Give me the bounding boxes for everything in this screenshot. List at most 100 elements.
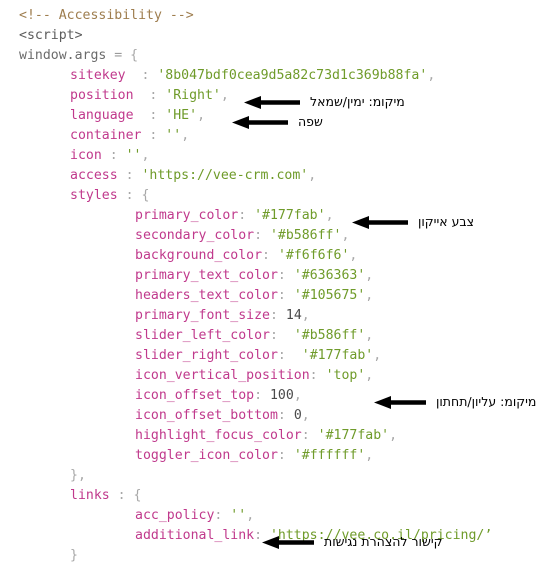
code-line: primary_font_size: 14,	[0, 306, 557, 326]
code-token-punct: ,	[365, 448, 374, 463]
code-token-punct: ,	[220, 88, 229, 103]
code-token-key: styles	[70, 188, 126, 203]
code-token-punct: ,	[325, 208, 334, 223]
code-token-punct: ,	[349, 248, 358, 263]
code-token-key: acc_policy	[135, 508, 215, 523]
code-token-punct: :	[117, 488, 134, 503]
code-token-punct: ,	[301, 308, 310, 323]
code-token-key: secondary_color	[135, 228, 255, 243]
code-line: sitekey : '8b047bdf0cea9d5a82c73d1c369b8…	[0, 66, 557, 86]
code-line: toggler_icon_color: '#ffffff',	[0, 446, 557, 466]
code-token-str: '#177fab'	[301, 348, 374, 363]
code-token-key: icon	[70, 148, 110, 163]
code-token-punct: ,	[365, 328, 374, 343]
code-line: slider_left_color: '#b586ff',	[0, 326, 557, 346]
code-token-str: '8b047bdf0cea9d5a82c73d1c369b88fa'	[157, 68, 428, 83]
arrow-left-icon	[244, 95, 300, 109]
code-token-str: 'top'	[325, 368, 366, 383]
code-token-punct: :	[238, 208, 255, 223]
code-token-punct: {	[141, 188, 150, 203]
code-token-str: 'Right'	[165, 88, 221, 103]
code-token-str: '#636363'	[293, 268, 366, 283]
code-token-punct: :	[301, 428, 318, 443]
code-token-str: ''	[125, 148, 142, 163]
code-token-punct: },	[70, 468, 86, 483]
code-token-key: links	[70, 488, 118, 503]
code-token-key: toggler_icon_color	[135, 448, 278, 463]
code-token-punct: {	[133, 488, 142, 503]
code-token-punct: :	[269, 308, 286, 323]
code-token-punct: ,	[197, 108, 206, 123]
code-token-punct: ,	[373, 348, 382, 363]
code-token-punct: :	[309, 368, 326, 383]
code-token-punct: :	[277, 268, 294, 283]
code-token-punct: :	[269, 328, 294, 343]
code-token-key: primary_text_color	[135, 268, 278, 283]
code-token-str: '#ffffff'	[293, 448, 366, 463]
code-token-str: '#105675'	[293, 288, 366, 303]
code-token-punct: {	[130, 48, 139, 63]
code-token-key: icon_offset_top	[135, 388, 255, 403]
code-line: slider_right_color: '#177fab',	[0, 346, 557, 366]
code-token-punct: :	[254, 228, 270, 243]
code-token-key: sitekey	[70, 68, 134, 83]
code-token-str: '#f6f6f6'	[277, 248, 350, 263]
code-line: access : 'https://vee-crm.com',	[0, 166, 557, 186]
code-token-punct: :	[277, 448, 294, 463]
arrow-left-icon	[232, 115, 288, 129]
code-token-str: '#b586ff'	[293, 328, 366, 343]
annotation-icon-vertical-position: מיקומ: עליון/תחתון	[374, 392, 536, 412]
code-token-punct: ,	[365, 268, 374, 283]
annotation-position: מיקומ: ימין/שמאל	[244, 92, 405, 112]
code-token-key: headers_text_color	[135, 288, 278, 303]
arrow-left-icon	[374, 395, 426, 409]
code-line: acc_policy: '',	[0, 506, 557, 526]
code-token-punct: ,	[181, 128, 190, 143]
code-token-punct: ,	[141, 148, 150, 163]
code-line: <script>	[0, 26, 557, 46]
code-token-key: container	[70, 128, 150, 143]
annotation-language: שפה	[232, 112, 323, 132]
annotation-label: קישור להצהרת נגישות	[324, 533, 443, 549]
code-token-str: 'https://vee-crm.com'	[141, 168, 309, 183]
code-token-op: =	[114, 48, 131, 63]
annotation-icon-color: צבע אייקון	[352, 212, 474, 232]
code-line: background_color: '#f6f6f6',	[0, 246, 557, 266]
code-token-punct: ,	[427, 68, 436, 83]
code-line: primary_text_color: '#636363',	[0, 266, 557, 286]
annotation-label: צבע אייקון	[418, 213, 475, 229]
code-token-punct: :	[262, 248, 278, 263]
code-token-punct: :	[133, 68, 158, 83]
code-token-punct: :	[277, 408, 294, 423]
code-token-punct: :	[254, 388, 270, 403]
code-token-punct: ,	[308, 168, 317, 183]
code-token-plain: window.args	[19, 48, 115, 63]
code-token-key: position	[70, 88, 142, 103]
code-token-num: 100	[269, 388, 294, 403]
annotation-acc-policy-link: קישור להצהרת נגישות	[262, 532, 442, 552]
code-token-key: additional_link	[135, 528, 255, 543]
code-token-key: slider_left_color	[135, 328, 270, 343]
code-token-punct: :	[125, 168, 142, 183]
code-token-punct: :	[277, 348, 302, 363]
code-line: headers_text_color: '#105675',	[0, 286, 557, 306]
annotation-label: שפה	[298, 113, 323, 129]
code-token-str: ''	[165, 128, 182, 143]
code-token-punct: :	[141, 108, 166, 123]
code-lines[interactable]: <!-- Accessibility --> <script> window.arg…	[0, 6, 557, 566]
code-token-punct: }	[70, 548, 78, 563]
